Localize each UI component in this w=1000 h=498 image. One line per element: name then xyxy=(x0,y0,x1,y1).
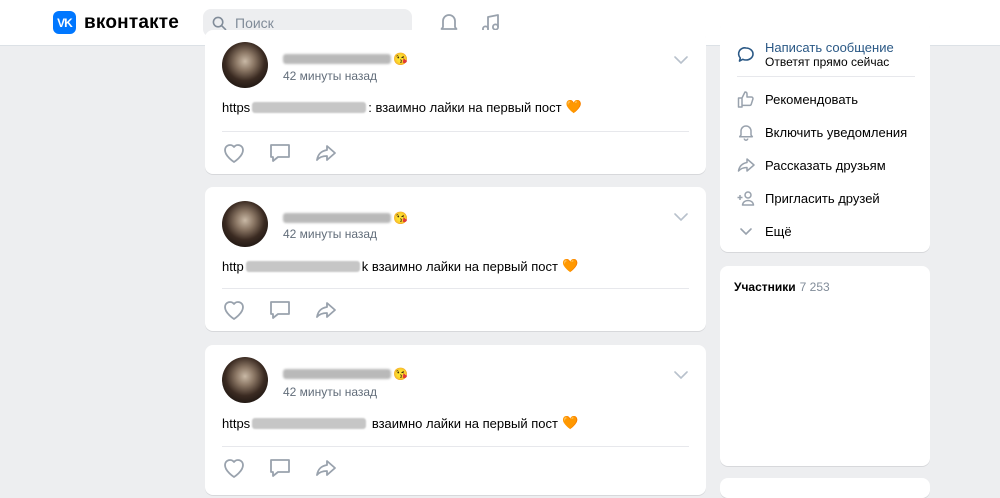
chevron-down-icon[interactable] xyxy=(674,212,688,222)
author-avatar[interactable] xyxy=(222,42,268,88)
search-icon xyxy=(212,16,227,30)
post-divider xyxy=(222,131,689,132)
emoji-icon: 😘 xyxy=(393,51,408,66)
post-link-suffix[interactable]: : xyxy=(368,100,372,115)
more-label: Ещё xyxy=(765,223,792,239)
post-actions xyxy=(222,457,338,479)
redacted-author-name xyxy=(283,368,391,379)
add-user-icon xyxy=(737,191,755,206)
post-card: 😘 42 минуты назад https взаимно лайки на… xyxy=(205,345,706,495)
share-icon[interactable] xyxy=(314,142,338,164)
share-icon xyxy=(737,158,755,172)
post-body: взаимно лайки на первый пост xyxy=(371,258,558,274)
enable-notifications-label: Включить уведомления xyxy=(765,124,908,140)
invite-friends-button[interactable]: Пригласить друзей xyxy=(737,189,880,207)
author-avatar[interactable] xyxy=(222,357,268,403)
vk-logo[interactable]: VK вконтакте xyxy=(53,11,179,34)
post-divider xyxy=(222,288,689,289)
share-icon[interactable] xyxy=(314,457,338,479)
comment-icon[interactable] xyxy=(268,457,292,479)
post-card: 😘 42 минуты назад https: взаимно лайки н… xyxy=(205,30,706,174)
post-time[interactable]: 42 минуты назад xyxy=(283,69,377,83)
post-link-suffix[interactable]: k xyxy=(362,259,369,274)
author-name[interactable]: 😘 xyxy=(283,365,408,381)
vk-logo-icon: VK xyxy=(53,11,76,34)
tell-friends-label: Рассказать друзьям xyxy=(765,157,886,173)
share-icon[interactable] xyxy=(314,299,338,321)
chevron-down-icon[interactable] xyxy=(674,370,688,380)
post-link-prefix[interactable]: https xyxy=(222,416,250,431)
post-text: https: взаимно лайки на первый пост 🧡 xyxy=(222,99,582,115)
write-message-subtitle: Ответят прямо сейчас xyxy=(765,55,890,69)
like-heart-icon[interactable] xyxy=(222,457,246,479)
recommend-label: Рекомендовать xyxy=(765,91,858,107)
thumbs-up-icon xyxy=(737,91,754,108)
community-actions-card: Написать сообщение Ответят прямо сейчас … xyxy=(720,20,930,252)
post-actions xyxy=(222,142,338,164)
author-name[interactable]: 😘 xyxy=(283,50,408,66)
write-message-label: Написать сообщение xyxy=(765,40,894,55)
orange-heart-icon: 🧡 xyxy=(565,99,582,114)
participants-card: Участники 7 253 xyxy=(720,266,930,466)
participants-label: Участники xyxy=(734,280,796,294)
post-body: взаимно лайки на первый пост xyxy=(371,415,558,431)
author-avatar[interactable] xyxy=(222,201,268,247)
redacted-link xyxy=(252,417,367,429)
post-divider xyxy=(222,446,689,447)
post-time[interactable]: 42 минуты назад xyxy=(283,227,377,241)
emoji-icon: 😘 xyxy=(393,210,408,225)
orange-heart-icon: 🧡 xyxy=(562,258,579,273)
post-text: https взаимно лайки на первый пост 🧡 xyxy=(222,415,578,431)
post-card: 😘 42 минуты назад http k взаимно лайки на… xyxy=(205,187,706,331)
comment-icon[interactable] xyxy=(268,299,292,321)
redacted-link xyxy=(245,260,360,272)
participants-count: 7 253 xyxy=(799,280,830,294)
bell-icon xyxy=(738,125,754,141)
logo-text: вконтакте xyxy=(84,11,180,33)
enable-notifications-button[interactable]: Включить уведомления xyxy=(737,123,907,141)
redacted-author-name xyxy=(283,212,391,223)
participants-header[interactable]: Участники 7 253 xyxy=(734,280,830,294)
orange-heart-icon: 🧡 xyxy=(562,415,579,430)
redacted-link xyxy=(252,101,367,113)
chevron-down-icon[interactable] xyxy=(674,55,688,65)
write-message-button[interactable]: Написать сообщение Ответят прямо сейчас xyxy=(737,40,894,69)
more-button[interactable]: Ещё xyxy=(737,222,792,240)
like-heart-icon[interactable] xyxy=(222,299,246,321)
message-bubble-icon xyxy=(737,47,754,62)
post-time[interactable]: 42 минуты назад xyxy=(283,385,377,399)
post-link-prefix[interactable]: https xyxy=(222,100,250,115)
post-text: http k взаимно лайки на первый пост 🧡 xyxy=(222,258,578,274)
next-sidebar-card xyxy=(720,478,930,498)
menu-divider xyxy=(737,76,915,77)
post-actions xyxy=(222,299,338,321)
chevron-down-icon xyxy=(740,228,752,236)
recommend-button[interactable]: Рекомендовать xyxy=(737,90,858,108)
like-heart-icon[interactable] xyxy=(222,142,246,164)
post-body: взаимно лайки на первый пост xyxy=(375,99,562,115)
emoji-icon: 😘 xyxy=(393,366,408,381)
post-link-prefix[interactable]: http xyxy=(222,259,244,274)
redacted-author-name xyxy=(283,53,391,64)
tell-friends-button[interactable]: Рассказать друзьям xyxy=(737,156,886,174)
author-name[interactable]: 😘 xyxy=(283,209,408,225)
comment-icon[interactable] xyxy=(268,142,292,164)
invite-friends-label: Пригласить друзей xyxy=(765,190,880,206)
